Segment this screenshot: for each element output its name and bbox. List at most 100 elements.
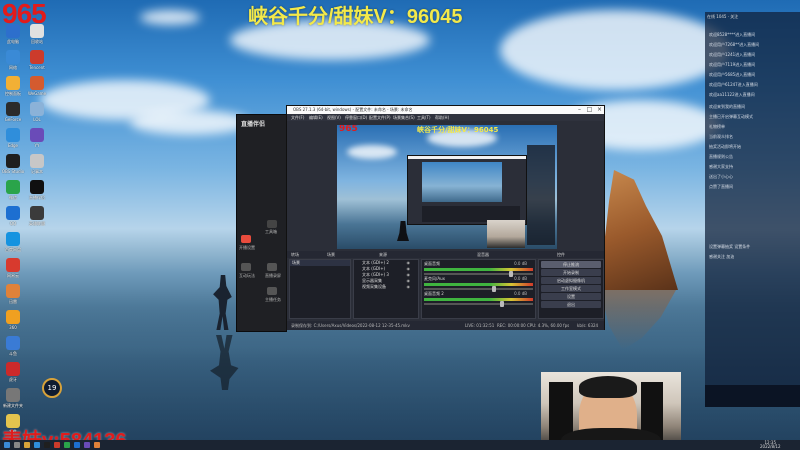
task-icon[interactable] bbox=[267, 287, 277, 295]
chat-message: 欢迎8528****进入直播间 bbox=[709, 32, 756, 37]
yy-taskbar-icon[interactable] bbox=[84, 442, 90, 448]
chat-input-bar[interactable] bbox=[705, 385, 800, 407]
wechat-taskbar-icon[interactable] bbox=[64, 442, 70, 448]
settings-button[interactable]: 设置 bbox=[541, 293, 601, 300]
desktop-icon[interactable]: QQ bbox=[0, 206, 26, 226]
live-setting-icon[interactable] bbox=[241, 235, 251, 243]
rock-formation bbox=[598, 170, 678, 290]
desktop-icon[interactable]: Edge bbox=[0, 128, 26, 148]
eye-icon[interactable]: ◉ bbox=[407, 278, 411, 283]
streaming-helper-window[interactable]: 直播伴侣 开播设置 工具箱 互动玩法 直播录屏 主播任务 bbox=[236, 114, 287, 332]
webcam-feed bbox=[541, 372, 681, 450]
menu-view[interactable]: 视图(V) bbox=[327, 115, 341, 121]
virtual-camera-button[interactable]: 启动虚拟摄像机 bbox=[541, 277, 601, 284]
volume-slider[interactable] bbox=[424, 301, 533, 307]
close-icon[interactable]: × bbox=[595, 106, 604, 114]
volume-slider[interactable] bbox=[424, 286, 533, 292]
preview-overlay-contact-text: 峡谷千分/甜妹V：96045 bbox=[417, 126, 499, 134]
start-recording-button[interactable]: 开始录制 bbox=[541, 269, 601, 276]
game-taskbar-icon[interactable] bbox=[94, 442, 100, 448]
desktop-icon[interactable]: 百度网盘 bbox=[0, 232, 26, 252]
cpu-usage: CPU: 4.3%, 60.00 fps bbox=[527, 323, 570, 328]
chat-message: 当前观众排名 bbox=[709, 134, 733, 139]
scene-item[interactable]: 场景 bbox=[290, 260, 350, 266]
source-name: 显示器采集 bbox=[362, 278, 382, 283]
qq-taskbar-icon[interactable] bbox=[74, 442, 80, 448]
eye-icon[interactable]: ◉ bbox=[407, 260, 411, 265]
studio-mode-button[interactable]: 工作室模式 bbox=[541, 285, 601, 292]
chat-message: 直播规则公告 bbox=[709, 154, 733, 159]
dock-scenes-header: 场景 bbox=[327, 252, 335, 257]
menu-scene-collection[interactable]: 场景集合(S) bbox=[393, 115, 415, 121]
desktop-icon[interactable]: GeForce bbox=[0, 102, 26, 122]
menu-file[interactable]: 文件(F) bbox=[291, 115, 304, 121]
desktop-icon[interactable]: LOL bbox=[24, 102, 50, 122]
obs-preview[interactable]: 965 峡谷千分/甜妹V：96045 bbox=[337, 125, 557, 249]
desktop-icon[interactable]: 英雄联盟 bbox=[24, 206, 50, 226]
chat-header: 在线 1045 · 关注 bbox=[707, 14, 739, 19]
viewer-count-badge[interactable]: 19 bbox=[42, 378, 62, 398]
mixer-track-db: 0.0 dB bbox=[514, 276, 527, 281]
obs-taskbar-icon[interactable] bbox=[44, 442, 50, 448]
obs-titlebar[interactable]: OBS 27.1.3 (64-bit, windows) - 配置文件: 未命名… bbox=[287, 106, 604, 114]
mixer-level-meter bbox=[424, 283, 533, 286]
obs-window[interactable]: OBS 27.1.3 (64-bit, windows) - 配置文件: 未命名… bbox=[286, 105, 605, 330]
menu-edit[interactable]: 编辑(E) bbox=[309, 115, 323, 121]
chat-message: 欢迎用户5685进入直播间 bbox=[709, 72, 756, 77]
chat-message: 感谢大家支持 bbox=[709, 164, 733, 169]
eye-icon[interactable]: ◉ bbox=[407, 266, 411, 271]
chat-message: 欢迎来到我的直播间 bbox=[709, 104, 745, 109]
desktop-icon[interactable]: OBS Studio bbox=[0, 154, 26, 174]
app-label: 互动玩法 bbox=[239, 273, 255, 278]
app-taskbar-icon[interactable] bbox=[54, 442, 60, 448]
desktop-icon[interactable]: 控制面板 bbox=[0, 76, 26, 96]
mixer-panel: 桌面音频 0.0 dB 麦克风/Aux 0.0 dB 桌面音频 2 0.0 dB bbox=[421, 259, 536, 319]
obs-title: OBS 27.1.3 (64-bit, windows) - 配置文件: 未命名… bbox=[293, 107, 413, 112]
taskbar-clock[interactable]: 12:35 2022/8/12 bbox=[760, 441, 781, 449]
overlay-room-number: 965 bbox=[2, 0, 47, 29]
start-icon[interactable] bbox=[4, 442, 10, 448]
menu-help[interactable]: 帮助(H) bbox=[435, 115, 449, 121]
sources-panel: 文本 (GDI+) 2 ◉ 文本 (GDI+) ◉ 文本 (GDI+) 3 ◉ 显示器… bbox=[353, 259, 419, 319]
menu-docks[interactable]: 停靠窗口(D) bbox=[345, 115, 367, 121]
desktop-icon[interactable]: 记事本 bbox=[24, 154, 50, 174]
desktop-icon[interactable]: YY bbox=[24, 128, 50, 148]
dock-transitions-header: 转场 bbox=[291, 252, 299, 257]
chat-panel[interactable]: 在线 1045 · 关注 欢迎8528****进入直播间 欢迎用户7268**进… bbox=[705, 12, 800, 407]
menu-tools[interactable]: 工具(T) bbox=[417, 115, 431, 121]
desktop-icon[interactable]: 网络 bbox=[0, 50, 26, 70]
obs-dock-headers: 转场 场景 来源 混音器 控件 bbox=[287, 251, 604, 258]
desktop-icon[interactable]: 360 bbox=[0, 310, 26, 330]
desktop-icon[interactable]: 斗鱼 bbox=[0, 336, 26, 356]
desktop-icon[interactable]: Tencent bbox=[24, 50, 50, 70]
recording-path: 录制保存到: C:/Users/Axus/Videos/2022-08-12 1… bbox=[291, 323, 410, 328]
desktop-icon[interactable]: 虎牙 bbox=[0, 362, 26, 382]
desktop-icon[interactable]: 微信 bbox=[0, 180, 26, 200]
desktop-icon[interactable]: 网易云 bbox=[0, 258, 26, 278]
nested-obs-window bbox=[407, 155, 527, 225]
desktop-icon[interactable]: 直播伴侣 bbox=[24, 180, 50, 200]
eye-icon[interactable]: ◉ bbox=[407, 284, 411, 289]
chat-message: 欢迎用户7119进入直播间 bbox=[709, 62, 756, 67]
exit-button[interactable]: 退出 bbox=[541, 301, 601, 308]
overlay-contact-text: 峡谷千分/甜妹V：96045 bbox=[248, 6, 463, 28]
chat-message: 送出了小心心 bbox=[709, 174, 733, 179]
desktop-icon[interactable]: 迅雷 bbox=[0, 284, 26, 304]
source-item[interactable]: 视频采集设备 ◉ bbox=[354, 284, 418, 290]
explorer-icon[interactable] bbox=[24, 442, 30, 448]
record-icon[interactable] bbox=[267, 263, 277, 271]
search-icon[interactable] bbox=[14, 442, 20, 448]
desktop-icon[interactable]: WeGame bbox=[24, 76, 50, 96]
tools-icon[interactable] bbox=[267, 220, 277, 228]
dock-sources-header: 来源 bbox=[379, 252, 387, 257]
minimize-icon[interactable]: – bbox=[575, 106, 584, 114]
volume-slider[interactable] bbox=[424, 271, 533, 277]
desktop-icon[interactable]: 新建文件夹 bbox=[0, 388, 26, 408]
menu-profile[interactable]: 配置文件(P) bbox=[369, 115, 391, 121]
eye-icon[interactable]: ◉ bbox=[407, 272, 411, 277]
mixer-track: 桌面音频 0.0 dB bbox=[424, 261, 533, 277]
edge-icon[interactable] bbox=[34, 442, 40, 448]
maximize-icon[interactable]: □ bbox=[585, 106, 594, 114]
interaction-icon[interactable] bbox=[241, 263, 251, 271]
stop-streaming-button[interactable]: 停止推流 bbox=[541, 261, 601, 268]
